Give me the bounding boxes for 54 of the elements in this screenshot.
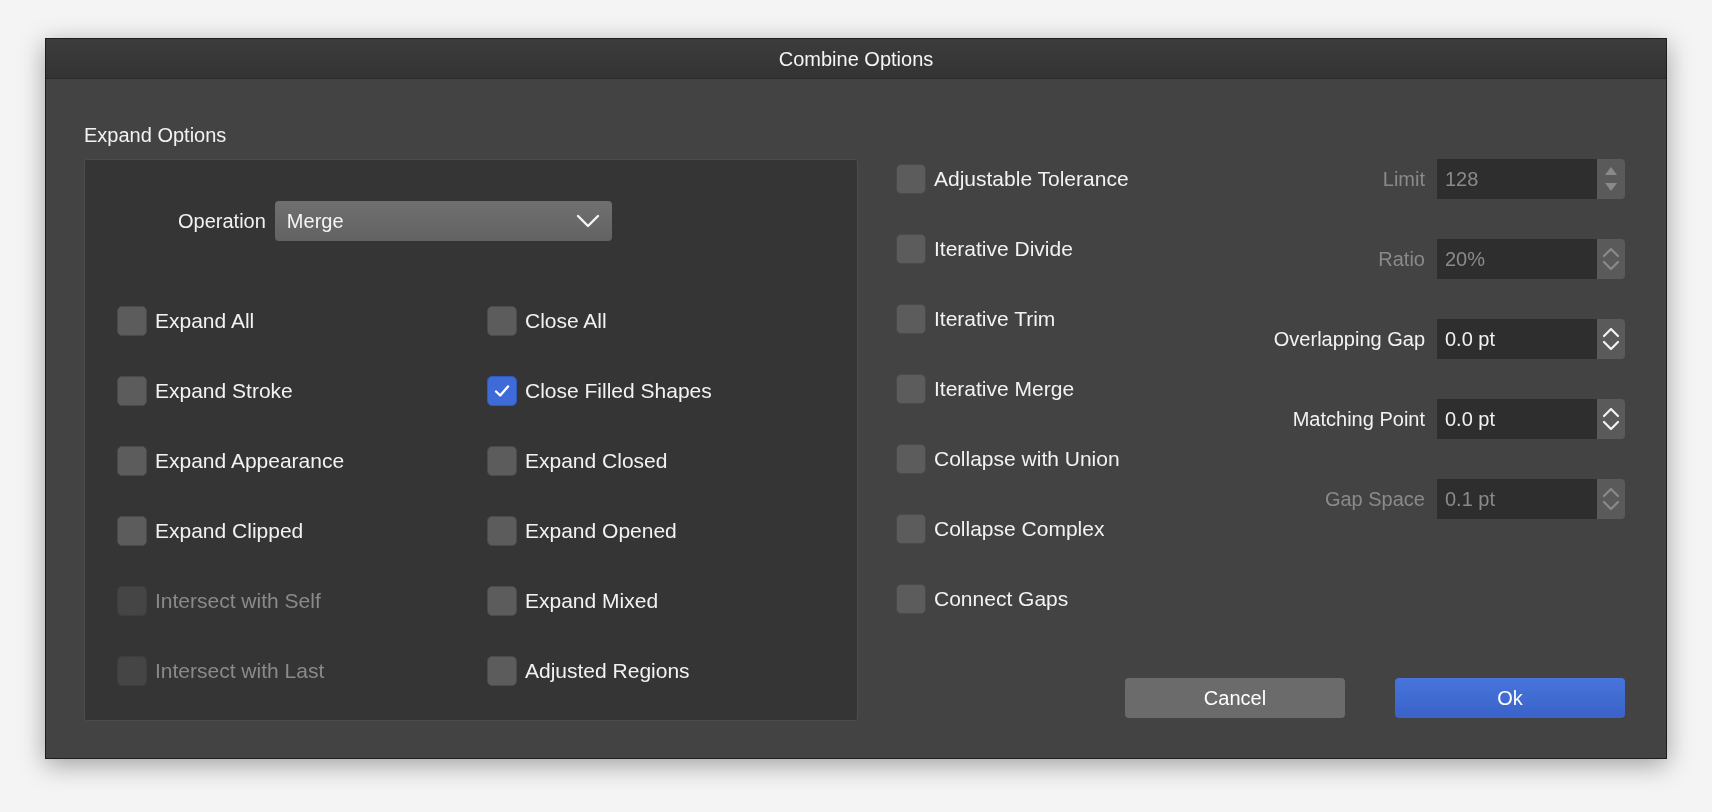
checkbox-label: Adjustable Tolerance (934, 166, 1129, 193)
checkbox-label: Expand Closed (525, 448, 668, 475)
checkbox[interactable] (896, 514, 926, 544)
field-label: Matching Point (1292, 407, 1425, 432)
chevron-down-icon (575, 214, 600, 228)
checkbox[interactable] (117, 446, 147, 476)
cancel-button[interactable]: Cancel (1125, 678, 1345, 718)
checkbox-label: Collapse with Union (934, 446, 1120, 473)
checkbox[interactable] (117, 306, 147, 336)
checkbox-label: Intersect with Self (155, 588, 321, 615)
checkbox-label: Adjusted Regions (525, 658, 690, 685)
window-title: Combine Options (778, 46, 934, 72)
checkbox-label: Expand Appearance (155, 448, 345, 475)
checkbox-label: Expand Opened (525, 518, 677, 545)
checkbox[interactable] (487, 586, 517, 616)
checkbox-label: Expand Mixed (525, 588, 659, 615)
dropdown-value: Merge (286, 209, 344, 234)
checkbox[interactable] (896, 304, 926, 334)
checkbox-label: Close All (525, 308, 607, 335)
section-title: Expand Options (84, 123, 227, 148)
checkbox-label: Connect Gaps (934, 586, 1069, 613)
checkbox[interactable] (487, 376, 517, 406)
checkbox-label: Iterative Merge (934, 376, 1075, 403)
checkbox[interactable] (487, 656, 517, 686)
checkbox[interactable] (896, 374, 926, 404)
checkbox-label: Iterative Divide (934, 236, 1073, 263)
operation-label: Operation (178, 209, 266, 234)
checkbox-label: Close Filled Shapes (525, 378, 712, 405)
field-label: Overlapping Gap (1273, 327, 1425, 352)
checkbox[interactable] (487, 306, 517, 336)
stepper-buttons[interactable] (1597, 399, 1625, 439)
checkmark-icon (493, 382, 511, 400)
checkbox-label: Expand Clipped (155, 518, 304, 545)
number-field[interactable]: 0.0 pt (1437, 399, 1597, 439)
field-label: Gap Space (1324, 487, 1425, 512)
stepper-buttons[interactable] (1597, 319, 1625, 359)
checkbox[interactable] (487, 446, 517, 476)
checkbox[interactable] (117, 376, 147, 406)
number-field[interactable]: 0.0 pt (1437, 319, 1597, 359)
field-label: Ratio (1378, 247, 1425, 272)
checkbox[interactable] (487, 516, 517, 546)
ok-button[interactable]: Ok (1395, 678, 1625, 718)
checkbox[interactable] (896, 444, 926, 474)
checkbox-label: Collapse Complex (934, 516, 1105, 543)
operation-dropdown[interactable]: Merge (274, 201, 612, 241)
checkbox-label: Expand Stroke (155, 378, 293, 405)
field-label: Limit (1382, 167, 1425, 192)
checkbox[interactable] (896, 164, 926, 194)
checkbox-label: Intersect with Last (155, 658, 325, 685)
checkbox[interactable] (896, 234, 926, 264)
checkbox-label: Expand All (155, 308, 255, 335)
checkbox[interactable] (896, 584, 926, 614)
checkbox-label: Iterative Trim (934, 306, 1056, 333)
checkbox[interactable] (117, 516, 147, 546)
